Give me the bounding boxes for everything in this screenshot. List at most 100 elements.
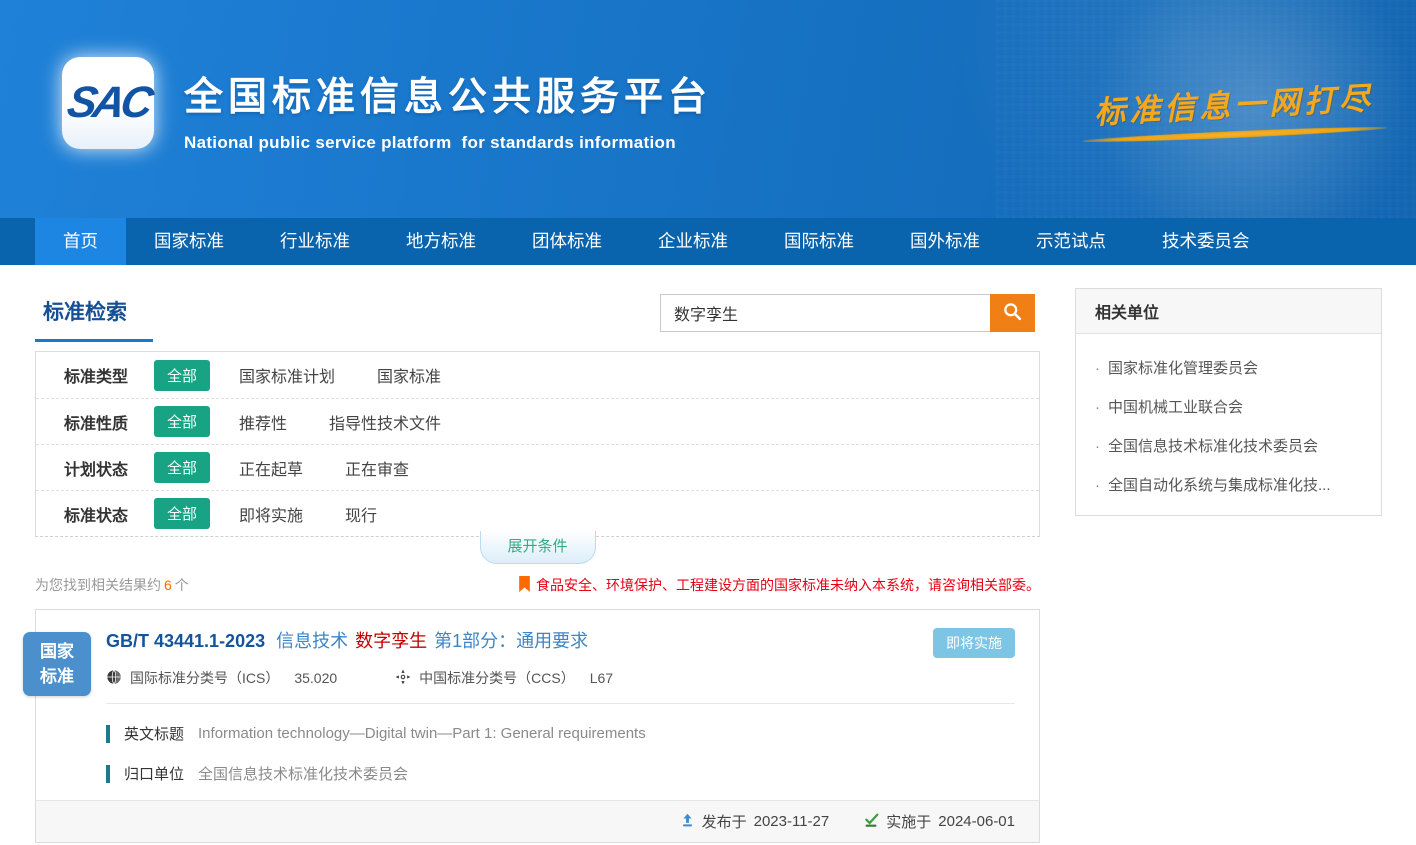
sidebar-item-machinery-federation[interactable]: ·中国机械工业联合会 <box>1076 378 1381 417</box>
english-title-row: 英文标题 Information technology—Digital twin… <box>106 723 1015 744</box>
compass-icon <box>395 669 411 688</box>
filter-row-plan-status: 计划状态 全部 正在起草 正在审查 <box>36 444 1039 490</box>
sidebar-item-automation-systems-committee[interactable]: · 全国自动化系统与集成标准化技... <box>1076 456 1381 495</box>
standard-code-link[interactable]: GB/T 43441.1-2023 <box>106 631 265 651</box>
list-bullet: · <box>1095 477 1100 494</box>
search-input[interactable] <box>660 294 990 332</box>
standard-title-part[interactable]: 信息技术 <box>276 631 348 651</box>
site-title: 全国标准信息公共服务平台 <box>184 66 712 122</box>
field-value: Information technology—Digital twin—Part… <box>198 725 646 742</box>
nav-item-group-standards[interactable]: 团体标准 <box>504 218 630 265</box>
sidebar-item-label: 国家标准化管理委员会 <box>1108 360 1258 377</box>
related-units-list: · 国家标准化管理委员会 ·中国机械工业联合会 · 全国信息技术标准化技术委员会 ·… <box>1076 334 1381 515</box>
list-bullet: · <box>1095 438 1100 455</box>
ics-classification: 国际标准分类号（ICS） 35.020 <box>106 668 337 688</box>
nav-item-technical-committee[interactable]: 技术委员会 <box>1134 218 1278 265</box>
published-date: 2023-11-27 <box>754 813 830 830</box>
status-badge: 即将实施 <box>933 628 1015 658</box>
main-column: 标准检索 标准类型 全部 国家标准计划 国家标准 标准性质 全部 推荐性 <box>35 290 1040 843</box>
upload-icon <box>680 812 695 832</box>
nav-item-national-standards[interactable]: 国家标准 <box>126 218 252 265</box>
header-slogan: 标准信息一网打尽 <box>1093 73 1375 133</box>
field-bar <box>106 765 110 783</box>
implemented-label: 实施于 <box>886 811 931 832</box>
filter-all-button[interactable]: 全部 <box>154 360 210 391</box>
filter-all-button[interactable]: 全部 <box>154 498 210 529</box>
sidebar-item-label: 全国自动化系统与集成标准化技... <box>1108 477 1331 494</box>
filter-row-standard-status: 标准状态 全部 即将实施 现行 <box>36 490 1039 536</box>
implemented-date-item: 实施于 2024-06-01 <box>863 811 1015 832</box>
classification-row: 国际标准分类号（ICS） 35.020 中国标准分类号（CCS） L67 <box>106 668 1015 688</box>
filter-panel: 标准类型 全部 国家标准计划 国家标准 标准性质 全部 推荐性 指导性技术文件 … <box>35 351 1040 537</box>
sidebar-item-sac[interactable]: · 国家标准化管理委员会 <box>1076 339 1381 378</box>
summary-prefix: 为您找到相关结果约 <box>35 577 161 593</box>
list-bullet: · <box>1095 360 1100 377</box>
filter-option[interactable]: 国家标准计划 <box>239 363 335 387</box>
implemented-date: 2024-06-01 <box>938 813 1015 830</box>
search-button[interactable] <box>990 294 1035 332</box>
card-footer: 发布于 2023-11-27 实施于 2024-06-01 <box>36 800 1039 842</box>
nav-item-enterprise-standards[interactable]: 企业标准 <box>630 218 756 265</box>
filter-option[interactable]: 推荐性 <box>239 410 287 434</box>
filter-option[interactable]: 指导性技术文件 <box>329 410 441 434</box>
filter-option[interactable]: 现行 <box>345 502 377 526</box>
field-label: 归口单位 <box>124 763 184 784</box>
content-area: 标准检索 标准类型 全部 国家标准计划 国家标准 标准性质 全部 推荐性 <box>0 265 1416 845</box>
filter-all-button[interactable]: 全部 <box>154 406 210 437</box>
search-row: 标准检索 <box>35 290 1040 342</box>
standard-type-badge: 国家 标准 <box>23 632 91 696</box>
sidebar-title: 相关单位 <box>1076 289 1381 334</box>
expand-conditions-button[interactable]: 展开条件 <box>479 531 595 564</box>
nav-item-industry-standards[interactable]: 行业标准 <box>252 218 378 265</box>
nav-item-home[interactable]: 首页 <box>35 218 126 265</box>
field-value: 全国信息技术标准化技术委员会 <box>198 763 408 784</box>
standard-title-part[interactable]: 第1部分：通用要求 <box>434 631 588 651</box>
filter-label: 标准性质 <box>64 410 154 434</box>
field-label: 英文标题 <box>124 723 184 744</box>
ics-label: 国际标准分类号（ICS） <box>130 668 279 688</box>
nav-item-local-standards[interactable]: 地方标准 <box>378 218 504 265</box>
sidebar-item-label: 全国信息技术标准化技术委员会 <box>1108 438 1318 455</box>
badge-line2: 标准 <box>40 664 74 690</box>
site-header: SAC 全国标准信息公共服务平台 National public service… <box>0 0 1416 218</box>
standard-title-keyword[interactable]: 数字孪生 <box>355 631 427 651</box>
filter-option[interactable]: 国家标准 <box>377 363 441 387</box>
search-icon <box>1002 301 1023 325</box>
filter-option[interactable]: 即将实施 <box>239 502 303 526</box>
filter-option[interactable]: 正在起草 <box>239 456 303 480</box>
committee-row: 归口单位 全国信息技术标准化技术委员会 <box>106 763 1015 784</box>
filter-row-standard-type: 标准类型 全部 国家标准计划 国家标准 <box>36 352 1039 398</box>
check-icon <box>863 812 879 832</box>
main-navigation: 首页 国家标准 行业标准 地方标准 团体标准 企业标准 国际标准 国外标准 示范… <box>0 218 1416 265</box>
globe-icon <box>106 669 122 688</box>
filter-label: 计划状态 <box>64 456 154 480</box>
ics-value: 35.020 <box>294 670 337 686</box>
summary-suffix: 个 <box>175 577 189 593</box>
published-label: 发布于 <box>702 811 747 832</box>
bookmark-icon <box>518 576 531 595</box>
summary-row: 为您找到相关结果约6个 食品安全、环境保护、工程建设方面的国家标准未纳入本系统，… <box>35 575 1040 595</box>
section-title-standard-search: 标准检索 <box>35 290 153 342</box>
field-bar <box>106 725 110 743</box>
related-units-panel: 相关单位 · 国家标准化管理委员会 ·中国机械工业联合会 · 全国信息技术标准化技术… <box>1075 288 1382 516</box>
result-summary: 为您找到相关结果约6个 <box>35 575 189 595</box>
nav-item-foreign-standards[interactable]: 国外标准 <box>882 218 1008 265</box>
list-bullet: · <box>1095 399 1100 416</box>
filter-option[interactable]: 正在审查 <box>345 456 409 480</box>
card-divider <box>106 703 1015 704</box>
nav-item-international-standards[interactable]: 国际标准 <box>756 218 882 265</box>
notice-text: 食品安全、环境保护、工程建设方面的国家标准未纳入本系统，请咨询相关部委。 <box>536 575 1040 595</box>
filter-all-button[interactable]: 全部 <box>154 452 210 483</box>
system-notice: 食品安全、环境保护、工程建设方面的国家标准未纳入本系统，请咨询相关部委。 <box>518 575 1040 595</box>
badge-line1: 国家 <box>40 639 74 665</box>
filter-row-standard-nature: 标准性质 全部 推荐性 指导性技术文件 <box>36 398 1039 444</box>
published-date-item: 发布于 2023-11-27 <box>680 811 830 832</box>
ccs-classification: 中国标准分类号（CCS） L67 <box>395 668 613 688</box>
sac-logo[interactable]: SAC <box>62 57 154 149</box>
nav-item-pilot-demonstration[interactable]: 示范试点 <box>1008 218 1134 265</box>
ccs-value: L67 <box>590 670 613 686</box>
filter-label: 标准状态 <box>64 502 154 526</box>
result-count: 6 <box>161 577 175 593</box>
site-subtitle: National public service platform for sta… <box>184 133 712 153</box>
sidebar-item-it-standardization-committee[interactable]: · 全国信息技术标准化技术委员会 <box>1076 417 1381 456</box>
